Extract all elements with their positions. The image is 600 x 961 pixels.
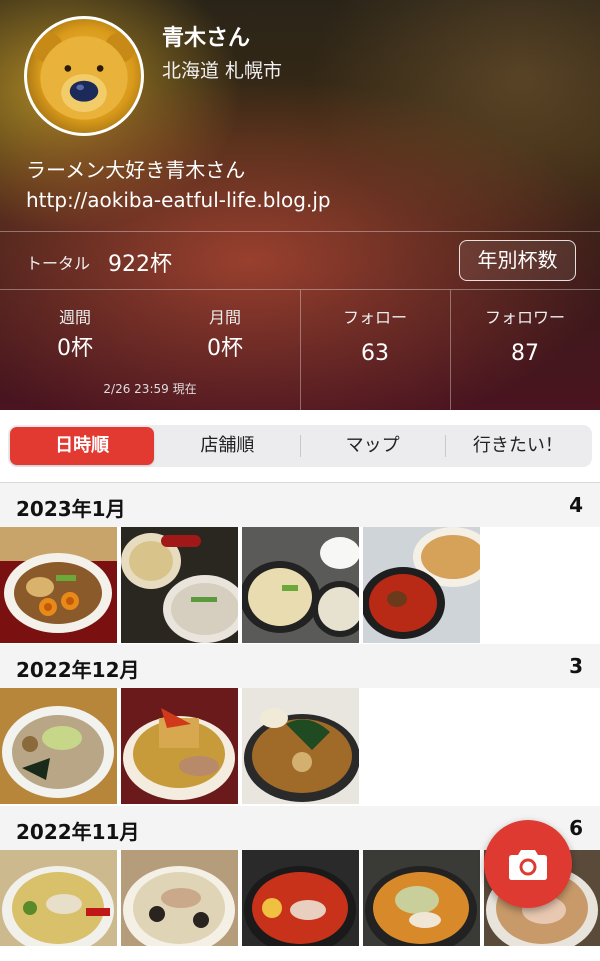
avatar[interactable]	[24, 16, 144, 136]
sort-segmented-control: 日時順 店舗順 マップ 行きたい！	[8, 425, 592, 467]
profile-header: 青木さん 北海道 札幌市 ラーメン大好き青木さん http://aokiba-e…	[0, 0, 600, 410]
sort-tabs-area: 日時順 店舗順 マップ 行きたい！	[0, 410, 600, 482]
ramen-photo-thumbnail[interactable]	[363, 850, 480, 946]
ramen-photo-thumbnail[interactable]	[121, 850, 238, 946]
camera-icon	[509, 850, 547, 880]
month-count: 3	[569, 654, 583, 678]
user-location: 北海道 札幌市	[162, 60, 283, 82]
ramen-photo-thumbnail[interactable]	[242, 688, 359, 804]
tab-shop-order[interactable]: 店舗順	[155, 427, 299, 465]
month-header: 2023年1月 4	[0, 483, 600, 527]
divider	[0, 231, 600, 232]
ramen-photo-thumbnail[interactable]	[363, 527, 480, 643]
follow-value: 63	[361, 341, 389, 366]
month-title: 2022年12月	[16, 658, 140, 682]
follow-label: フォロー	[342, 308, 407, 327]
month-count: 6	[569, 816, 583, 840]
user-url-link[interactable]: http://aokiba-eatful-life.blog.jp	[26, 186, 331, 214]
tab-date-order[interactable]: 日時順	[10, 427, 155, 465]
as-of-timestamp: 2/26 23:59 現在	[103, 382, 197, 396]
month-title: 2022年11月	[16, 820, 140, 844]
camera-post-button[interactable]	[484, 820, 572, 908]
weekly-value: 0杯	[57, 336, 93, 361]
monthly-label: 月間	[208, 308, 241, 327]
user-bio: ラーメン大好き青木さん	[26, 158, 246, 182]
ramen-photo-thumbnail[interactable]	[121, 527, 238, 643]
bear-avatar-icon	[32, 32, 136, 120]
weekly-label: 週間	[58, 308, 91, 327]
tab-want-to-go[interactable]: 行きたい！	[446, 427, 590, 465]
yearly-count-button[interactable]: 年別杯数	[459, 240, 576, 281]
ramen-photo-thumbnail[interactable]	[121, 688, 238, 804]
ramen-photo-thumbnail[interactable]	[242, 850, 359, 946]
month-count: 4	[569, 493, 583, 517]
total-label: トータル	[26, 254, 91, 273]
total-value: 922杯	[108, 252, 172, 277]
tab-map[interactable]: マップ	[301, 427, 445, 465]
user-name: 青木さん	[162, 26, 251, 51]
ramen-photo-thumbnail[interactable]	[0, 850, 117, 946]
ramen-photo-thumbnail[interactable]	[0, 527, 117, 643]
month-header: 2022年12月 3	[0, 644, 600, 688]
follower-label: フォロワー	[484, 308, 565, 327]
month-title: 2023年1月	[16, 497, 126, 521]
ramen-photo-thumbnail[interactable]	[0, 688, 117, 804]
ramen-photo-thumbnail[interactable]	[242, 527, 359, 643]
monthly-value: 0杯	[207, 336, 243, 361]
follower-value: 87	[511, 341, 539, 366]
